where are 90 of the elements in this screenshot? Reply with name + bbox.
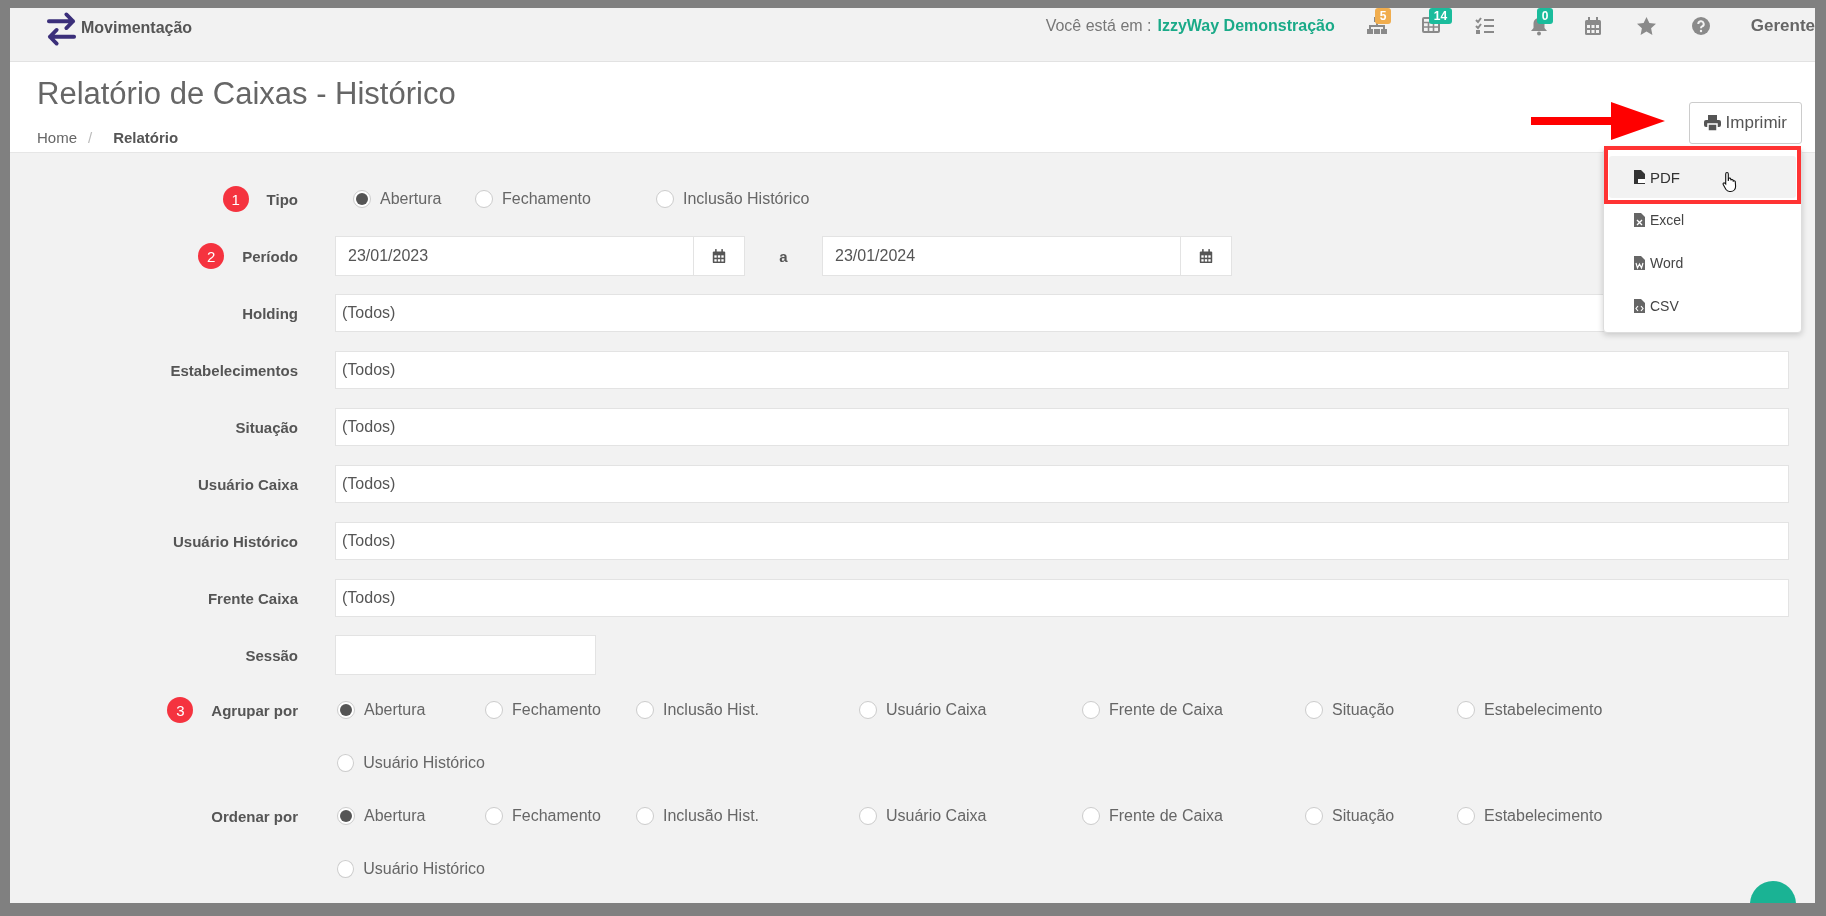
field-label: Estabelecimentos xyxy=(170,361,298,379)
select-field[interactable]: (Todos) xyxy=(335,579,1789,617)
radio-option[interactable]: Inclusão Histórico xyxy=(656,184,810,214)
radio-button[interactable] xyxy=(337,807,355,825)
date-input[interactable]: 23/01/2024 xyxy=(822,236,1181,276)
calendar-button[interactable] xyxy=(694,236,745,276)
user-menu[interactable]: Gerente xyxy=(1750,16,1815,36)
radio-option[interactable]: Abertura xyxy=(337,801,485,831)
radio-option[interactable]: Usuário Histórico xyxy=(337,748,485,778)
field-label: Usuário Caixa xyxy=(197,475,298,493)
field-label: Tipo xyxy=(266,190,298,208)
text-input[interactable] xyxy=(335,635,596,675)
field-label: Usuário Histórico xyxy=(172,532,298,550)
radio-option[interactable]: Usuário Histórico xyxy=(337,854,485,884)
radio-option[interactable]: Situação xyxy=(1305,695,1457,725)
star-icon[interactable] xyxy=(1637,17,1657,35)
field-label: Situação xyxy=(235,418,298,436)
radio-option[interactable]: Usuário Caixa xyxy=(859,801,1082,831)
radio-button[interactable] xyxy=(636,701,654,719)
code-file-icon xyxy=(1634,299,1645,313)
radio-button[interactable] xyxy=(1457,807,1475,825)
select-field[interactable]: (Todos) xyxy=(335,408,1789,446)
breadcrumb-separator: / xyxy=(88,128,93,148)
range-separator: a xyxy=(778,247,789,265)
select-field[interactable]: (Todos) xyxy=(335,522,1789,560)
count-badge: 14 xyxy=(1428,8,1453,24)
radio-option[interactable]: Frente de Caixa xyxy=(1082,801,1305,831)
field-label: Holding xyxy=(242,304,298,322)
radio-option[interactable]: Fechamento xyxy=(485,695,636,725)
radio-option[interactable]: Usuário Caixa xyxy=(859,695,1082,725)
module-title: Movimentação xyxy=(81,18,193,38)
radio-button[interactable] xyxy=(1457,701,1475,719)
step-number-marker: 1 xyxy=(222,186,249,212)
menu-item[interactable]: Excel xyxy=(1609,199,1796,241)
step-number-marker: 3 xyxy=(167,697,194,723)
radio-button[interactable] xyxy=(656,190,674,208)
radio-option[interactable]: Frente de Caixa xyxy=(1082,695,1305,725)
calendar-icon[interactable] xyxy=(1583,17,1602,36)
radio-button[interactable] xyxy=(337,860,355,878)
count-badge: 0 xyxy=(1536,8,1554,24)
step-number-marker: 2 xyxy=(198,243,225,269)
radio-button[interactable] xyxy=(1082,807,1100,825)
radio-button[interactable] xyxy=(1305,807,1323,825)
menu-item[interactable]: PDF xyxy=(1609,156,1796,198)
breadcrumb-current[interactable]: Relatório xyxy=(113,128,179,148)
radio-button[interactable] xyxy=(337,754,355,772)
swap-arrows-icon[interactable] xyxy=(46,11,77,47)
radio-button[interactable] xyxy=(475,190,493,208)
select-field[interactable]: (Todos) xyxy=(335,351,1789,389)
radio-button[interactable] xyxy=(353,190,371,208)
radio-option[interactable]: Situação xyxy=(1305,801,1457,831)
count-badge: 5 xyxy=(1374,8,1392,24)
radio-button[interactable] xyxy=(1305,701,1323,719)
radio-option[interactable]: Fechamento xyxy=(485,801,636,831)
menu-item[interactable]: Word xyxy=(1609,242,1796,284)
excel-file-icon xyxy=(1634,213,1645,227)
radio-button[interactable] xyxy=(337,701,355,719)
radio-option[interactable]: Estabelecimento xyxy=(1457,801,1789,831)
field-label: Ordenar por xyxy=(211,807,298,825)
word-file-icon xyxy=(1634,256,1645,270)
radio-option[interactable]: Fechamento xyxy=(475,184,656,214)
pdf-file-icon xyxy=(1634,170,1645,184)
location-label: Você está em : xyxy=(1045,16,1152,36)
page-title: Relatório de Caixas - Histórico xyxy=(37,75,456,113)
radio-button[interactable] xyxy=(859,701,877,719)
help-icon[interactable] xyxy=(1691,17,1710,35)
calendar-button[interactable] xyxy=(1181,236,1232,276)
radio-option[interactable]: Abertura xyxy=(353,184,475,214)
radio-button[interactable] xyxy=(1082,701,1100,719)
radio-button[interactable] xyxy=(636,807,654,825)
printer-icon xyxy=(1703,115,1721,131)
radio-button[interactable] xyxy=(485,701,503,719)
radio-option[interactable]: Inclusão Hist. xyxy=(636,695,859,725)
radio-button[interactable] xyxy=(485,807,503,825)
radio-option[interactable]: Inclusão Hist. xyxy=(636,801,859,831)
checklist-icon[interactable] xyxy=(1474,17,1495,35)
field-label: Período xyxy=(242,247,298,265)
date-input[interactable]: 23/01/2023 xyxy=(335,236,694,276)
radio-option[interactable]: Abertura xyxy=(337,695,485,725)
pointer-hand-icon xyxy=(1722,171,1738,193)
field-label: Sessão xyxy=(245,646,298,664)
print-button[interactable]: Imprimir xyxy=(1688,102,1802,144)
select-field[interactable]: (Todos) xyxy=(335,465,1789,503)
field-label: Agrupar por xyxy=(211,701,298,719)
calendar-icon xyxy=(1199,248,1213,264)
radio-option[interactable]: Estabelecimento xyxy=(1457,695,1789,725)
field-label: Frente Caixa xyxy=(207,589,298,607)
breadcrumb-link[interactable]: Home xyxy=(37,128,77,148)
calendar-icon xyxy=(712,248,726,264)
radio-button[interactable] xyxy=(859,807,877,825)
